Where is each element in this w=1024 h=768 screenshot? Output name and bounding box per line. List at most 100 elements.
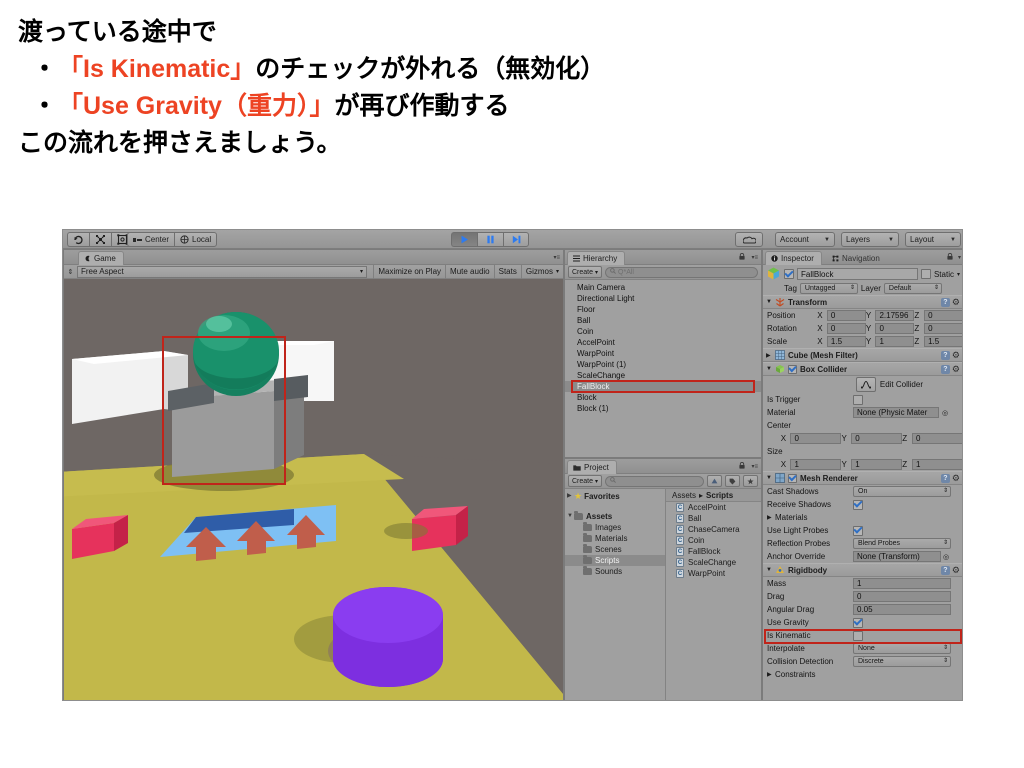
project-folder-scripts[interactable]: Scripts (565, 555, 665, 566)
help-icon[interactable]: ? (940, 364, 950, 374)
lock-icon[interactable] (739, 252, 745, 262)
foldout-closed-icon[interactable]: ▶ (767, 671, 775, 678)
help-icon[interactable]: ? (940, 350, 950, 360)
physic-material-field[interactable]: None (Physic Mater (853, 407, 939, 418)
collider-center-y-field[interactable]: 0 (851, 433, 903, 444)
mute-audio-toggle[interactable]: Mute audio (445, 265, 494, 279)
help-icon[interactable]: ? (940, 297, 950, 307)
hierarchy-search-input[interactable]: Q*All (605, 266, 758, 278)
account-dropdown[interactable]: Account ▼ (775, 232, 835, 247)
filter-by-label-icon[interactable] (725, 475, 740, 487)
script-asset-fallblock[interactable]: C FallBlock (666, 546, 761, 557)
transform-position-y-field[interactable]: 2.17596 (875, 310, 915, 321)
box-collider-component-header[interactable]: ▼ Box Collider ? ⚙ (763, 362, 962, 376)
stats-toggle[interactable]: Stats (493, 265, 521, 279)
favorite-star-icon[interactable] (743, 475, 758, 487)
gear-icon[interactable]: ⚙ (952, 565, 960, 575)
rigidbody-component-header[interactable]: ▼ Rigidbody ? ⚙ (763, 563, 962, 577)
foldout-open-icon[interactable]: ▼ (766, 475, 772, 481)
panel-options-icon[interactable]: ▾≡ (553, 254, 560, 261)
hierarchy-item-block-1[interactable]: Block (1) (565, 403, 761, 414)
breadcrumb-leaf[interactable]: Scripts (706, 491, 733, 500)
foldout-open-icon[interactable]: ▼ (766, 366, 772, 372)
transform-rotation-y-field[interactable]: 0 (875, 323, 915, 334)
collider-size-z-field[interactable]: 1 (911, 459, 962, 470)
foldout-closed-icon[interactable]: ▶ (766, 352, 772, 359)
interpolate-dropdown[interactable]: None ⇕ (853, 643, 951, 654)
transform-scale-z-field[interactable]: 1.5 (924, 336, 962, 347)
tab-inspector[interactable]: Inspector (765, 251, 822, 265)
materials-row[interactable]: ▶ Materials (763, 511, 962, 524)
gear-icon[interactable]: ⚙ (952, 297, 960, 307)
foldout-open-icon[interactable]: ▼ (766, 299, 772, 305)
play-button[interactable] (451, 232, 477, 247)
tab-project[interactable]: Project (567, 460, 617, 474)
layers-dropdown[interactable]: Layers ▼ (841, 232, 899, 247)
project-folder-scenes[interactable]: Scenes (565, 544, 665, 555)
angular-drag-field[interactable]: 0.05 (853, 604, 951, 615)
mesh-filter-component-header[interactable]: ▶ Cube (Mesh Filter) ? ⚙ (763, 348, 962, 362)
collider-center-z-field[interactable]: 0 (911, 433, 962, 444)
transform-rotation-z-field[interactable]: 0 (924, 323, 962, 334)
filter-by-type-icon[interactable] (707, 475, 722, 487)
foldout-open-icon[interactable]: ▼ (567, 511, 573, 522)
transform-scale-y-field[interactable]: 1 (875, 336, 915, 347)
script-asset-warppoint[interactable]: C WarpPoint (666, 568, 761, 579)
project-folder-sounds[interactable]: Sounds (565, 566, 665, 577)
aspect-dropdown[interactable]: Free Aspect ▾ (77, 265, 367, 278)
breadcrumb-root[interactable]: Assets (672, 491, 696, 500)
collider-size-y-field[interactable]: 1 (851, 459, 903, 470)
hierarchy-item-warppoint[interactable]: WarpPoint (565, 348, 761, 359)
script-asset-accelpoint[interactable]: C AccelPoint (666, 502, 761, 513)
object-name-field[interactable]: FallBlock (797, 268, 918, 280)
tab-game[interactable]: Game (78, 251, 124, 265)
object-enabled-checkbox[interactable] (784, 269, 794, 279)
transform-rotation-x-field[interactable]: 0 (826, 323, 866, 334)
hierarchy-item-main-camera[interactable]: Main Camera (565, 282, 761, 293)
layout-dropdown[interactable]: Layout ▼ (905, 232, 961, 247)
foldout-closed-icon[interactable]: ▶ (567, 491, 573, 502)
static-dropdown-icon[interactable]: ▾ (957, 271, 960, 278)
tab-hierarchy[interactable]: Hierarchy (567, 251, 626, 265)
create-dropdown[interactable]: Create ▾ (568, 266, 603, 278)
project-favorites-row[interactable]: ▶ ★ Favorites (565, 491, 665, 502)
script-asset-ball[interactable]: C Ball (666, 513, 761, 524)
edit-collider-button[interactable] (855, 377, 876, 392)
is-trigger-checkbox[interactable] (853, 394, 863, 405)
hierarchy-item-directional-light[interactable]: Directional Light (565, 293, 761, 304)
help-icon[interactable]: ? (940, 473, 950, 483)
step-button[interactable] (503, 232, 529, 247)
gear-icon[interactable]: ⚙ (952, 473, 960, 483)
hierarchy-item-accelpoint[interactable]: AccelPoint (565, 337, 761, 348)
collider-center-x-field[interactable]: 0 (790, 433, 842, 444)
foldout-open-icon[interactable]: ▼ (766, 567, 772, 573)
collider-size-x-field[interactable]: 1 (790, 459, 842, 470)
receive-shadows-checkbox[interactable] (853, 499, 863, 510)
panel-options-icon[interactable]: ▾≡ (751, 463, 758, 470)
aspect-stepper-icon[interactable]: ⇕ (64, 268, 77, 276)
pivot-mode-button[interactable]: Center (127, 232, 175, 247)
panel-resize-handle[interactable] (64, 251, 78, 264)
mass-field[interactable]: 1 (853, 578, 951, 589)
use-gravity-checkbox[interactable] (853, 617, 863, 628)
tab-navigation[interactable]: Navigation (827, 251, 887, 265)
hierarchy-item-warppoint-1[interactable]: WarpPoint (1) (565, 359, 761, 370)
script-asset-coin[interactable]: C Coin (666, 535, 761, 546)
cast-shadows-dropdown[interactable]: On ⇕ (853, 486, 951, 497)
foldout-closed-icon[interactable]: ▶ (767, 514, 775, 521)
layer-dropdown[interactable]: Default ⇕ (883, 282, 942, 294)
panel-options-icon[interactable]: ▾≡ (751, 254, 758, 261)
rotate-tool[interactable] (67, 232, 89, 247)
gizmos-dropdown[interactable]: Gizmos ▾ (520, 265, 563, 279)
project-assets-row[interactable]: ▼ Assets (565, 511, 665, 522)
transform-component-header[interactable]: ▼ Transform ? ⚙ (763, 295, 962, 309)
lock-icon[interactable] (947, 252, 953, 262)
pause-button[interactable] (477, 232, 503, 247)
hierarchy-item-fallblock[interactable]: FallBlock (565, 381, 761, 392)
use-light-probes-checkbox[interactable] (853, 525, 863, 536)
anchor-override-field[interactable]: None (Transform) (853, 551, 941, 562)
cloud-icon[interactable] (735, 232, 763, 247)
scale-tool[interactable] (89, 232, 111, 247)
constraints-row[interactable]: ▶ Constraints (763, 668, 962, 681)
script-asset-chasecamera[interactable]: C ChaseCamera (666, 524, 761, 535)
